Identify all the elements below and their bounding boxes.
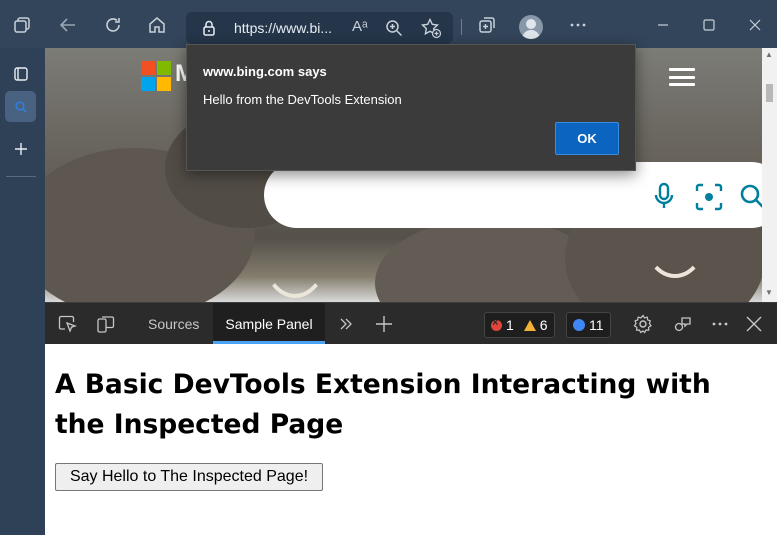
- profile-avatar[interactable]: [519, 15, 543, 39]
- error-count: 1: [506, 317, 514, 333]
- device-emulation-icon[interactable]: [95, 313, 117, 335]
- microsoft-logo-icon[interactable]: [141, 61, 171, 91]
- tab-actions-icon[interactable]: [5, 58, 36, 89]
- devtools-more-icon[interactable]: [709, 313, 731, 335]
- scroll-up-icon[interactable]: ▲: [765, 50, 773, 59]
- ok-button[interactable]: OK: [555, 122, 619, 155]
- browser-window: https://www.bi... Aᵃ M ▲ ▼ www.bing.com …: [0, 0, 777, 535]
- sidebar-divider: [6, 176, 36, 177]
- message-count: 11: [589, 317, 604, 333]
- warning-count: 6: [539, 317, 548, 333]
- close-window-icon[interactable]: [743, 13, 767, 37]
- messages-counter[interactable]: 11: [566, 312, 611, 338]
- feedback-icon[interactable]: [672, 313, 694, 335]
- read-aloud-icon[interactable]: Aᵃ: [352, 18, 368, 35]
- microphone-icon[interactable]: [650, 182, 678, 210]
- sample-panel: A Basic DevTools Extension Interacting w…: [45, 344, 777, 535]
- scroll-down-icon[interactable]: ▼: [765, 288, 773, 297]
- home-icon[interactable]: [145, 13, 169, 37]
- bing-tab-icon[interactable]: [5, 91, 36, 122]
- close-devtools-icon[interactable]: [743, 313, 765, 335]
- lock-icon[interactable]: [200, 19, 218, 37]
- vertical-tabs-sidebar: [0, 48, 45, 535]
- logo-square: [157, 77, 171, 91]
- refresh-icon[interactable]: [101, 13, 125, 37]
- devtools-toolbar: Sources Sample Panel 1 6 11: [45, 302, 777, 345]
- warning-icon: [523, 319, 536, 331]
- maximize-icon[interactable]: [697, 13, 721, 37]
- url-text: https://www.bi...: [234, 20, 333, 36]
- minimize-icon[interactable]: [651, 13, 675, 37]
- search-icon[interactable]: [738, 182, 762, 210]
- panel-heading: A Basic DevTools Extension Interacting w…: [55, 369, 711, 440]
- alert-dialog: www.bing.com says Hello from the DevTool…: [186, 44, 636, 171]
- say-hello-button[interactable]: Say Hello to The Inspected Page!: [55, 463, 323, 491]
- toolbar-divider: [461, 19, 462, 35]
- logo-square: [141, 77, 155, 91]
- dialog-title: www.bing.com says: [203, 64, 327, 79]
- more-tabs-icon[interactable]: [335, 313, 357, 335]
- logo-square: [141, 61, 155, 75]
- tab-sources[interactable]: Sources: [137, 303, 210, 345]
- dialog-message: Hello from the DevTools Extension: [203, 92, 402, 107]
- search-box[interactable]: [264, 162, 762, 228]
- page-scrollbar[interactable]: ▲ ▼: [762, 48, 777, 302]
- add-favorite-icon[interactable]: [420, 17, 442, 39]
- tab-sample-panel[interactable]: Sample Panel: [213, 303, 325, 345]
- error-icon: [491, 317, 502, 331]
- tab-label: Sample Panel: [225, 316, 313, 332]
- add-tab-icon[interactable]: [373, 313, 395, 335]
- logo-square: [157, 61, 171, 75]
- title-bar: https://www.bi... Aᵃ: [0, 0, 777, 48]
- menu-icon[interactable]: [669, 68, 695, 86]
- settings-gear-icon[interactable]: [632, 313, 654, 335]
- visual-search-icon[interactable]: [694, 182, 723, 211]
- collections-icon[interactable]: [475, 13, 499, 37]
- back-icon[interactable]: [56, 13, 80, 37]
- zoom-icon[interactable]: [384, 18, 404, 38]
- menu-line: [669, 68, 695, 71]
- new-tab-icon[interactable]: [5, 133, 36, 164]
- menu-line: [669, 75, 695, 79]
- issues-counter[interactable]: 1 6: [484, 312, 555, 338]
- inspect-element-icon[interactable]: [56, 313, 78, 335]
- menu-line: [669, 83, 695, 86]
- tab-label: Sources: [148, 316, 200, 332]
- message-icon: [573, 319, 585, 331]
- workspaces-icon[interactable]: [10, 13, 34, 37]
- scrollbar-thumb[interactable]: [766, 84, 773, 102]
- address-bar[interactable]: https://www.bi... Aᵃ: [186, 12, 453, 44]
- more-icon[interactable]: [566, 13, 590, 37]
